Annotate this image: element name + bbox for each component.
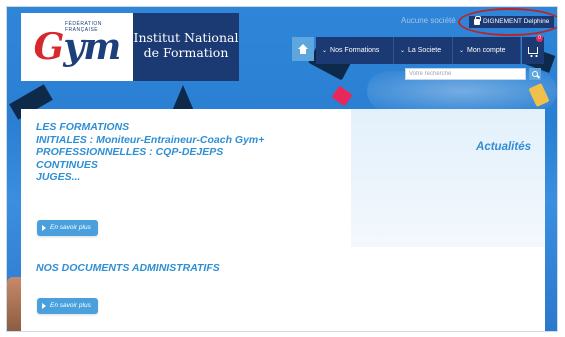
chevron-down-icon: ⌄	[400, 48, 406, 54]
institute-title-line2: de Formation	[143, 45, 229, 60]
arrow-right-icon	[42, 225, 46, 231]
cart-count-badge: 0	[536, 35, 543, 42]
main-content-panel: LES FORMATIONS INITIALES : Moniteur-Entr…	[21, 109, 545, 331]
chevron-down-icon: ⌄	[322, 48, 328, 54]
highlight-annotation	[458, 8, 557, 36]
home-button[interactable]	[292, 37, 314, 61]
formations-column: LES FORMATIONS INITIALES : Moniteur-Entr…	[21, 109, 351, 331]
nav-item-account[interactable]: ⌄ Mon compte	[453, 37, 521, 64]
formations-continues[interactable]: CONTINUES	[36, 159, 264, 172]
institute-title-line1: Institut National	[133, 30, 239, 45]
tassel-decor	[331, 85, 353, 107]
chevron-down-icon: ⌄	[459, 48, 465, 54]
formations-list[interactable]: LES FORMATIONS INITIALES : Moniteur-Entr…	[36, 121, 264, 184]
arrow-right-icon	[42, 303, 46, 309]
learn-more-documents-button[interactable]: En savoir plus	[37, 298, 98, 314]
news-column: Actualités	[351, 109, 545, 247]
institute-title[interactable]: Institut National de Formation	[133, 13, 239, 81]
search-button[interactable]	[529, 68, 541, 80]
formations-heading[interactable]: LES FORMATIONS	[36, 121, 264, 134]
graduation-cap-decor	[172, 85, 194, 111]
cart-icon	[528, 47, 539, 57]
formations-professionnelles[interactable]: PROFESSIONNELLES : CQP-DEJEPS	[36, 146, 264, 159]
home-icon	[298, 44, 308, 54]
learn-more-formations-button[interactable]: En savoir plus	[37, 220, 98, 236]
company-link[interactable]: Aucune société	[401, 16, 456, 25]
admin-documents-heading[interactable]: NOS DOCUMENTS ADMINISTRATIFS	[36, 262, 220, 274]
nav-item-formations[interactable]: ⌄ Nos Formations	[316, 37, 394, 64]
formations-initiales[interactable]: INITIALES : Moniteur-Entraineur-Coach Gy…	[36, 134, 264, 147]
news-heading[interactable]: Actualités	[476, 141, 531, 153]
logo-subtitle: FÉDÉRATION FRANÇAISE	[65, 21, 102, 33]
nav-item-societe[interactable]: ⌄ La Societe	[394, 37, 453, 64]
federation-logo[interactable]: FÉDÉRATION FRANÇAISE Gym	[21, 13, 133, 81]
page-frame: FÉDÉRATION FRANÇAISE Gym Institut Nation…	[6, 6, 558, 332]
formations-juges[interactable]: JUGES...	[36, 171, 264, 184]
search-input[interactable]	[405, 68, 526, 80]
search-icon	[532, 71, 538, 77]
